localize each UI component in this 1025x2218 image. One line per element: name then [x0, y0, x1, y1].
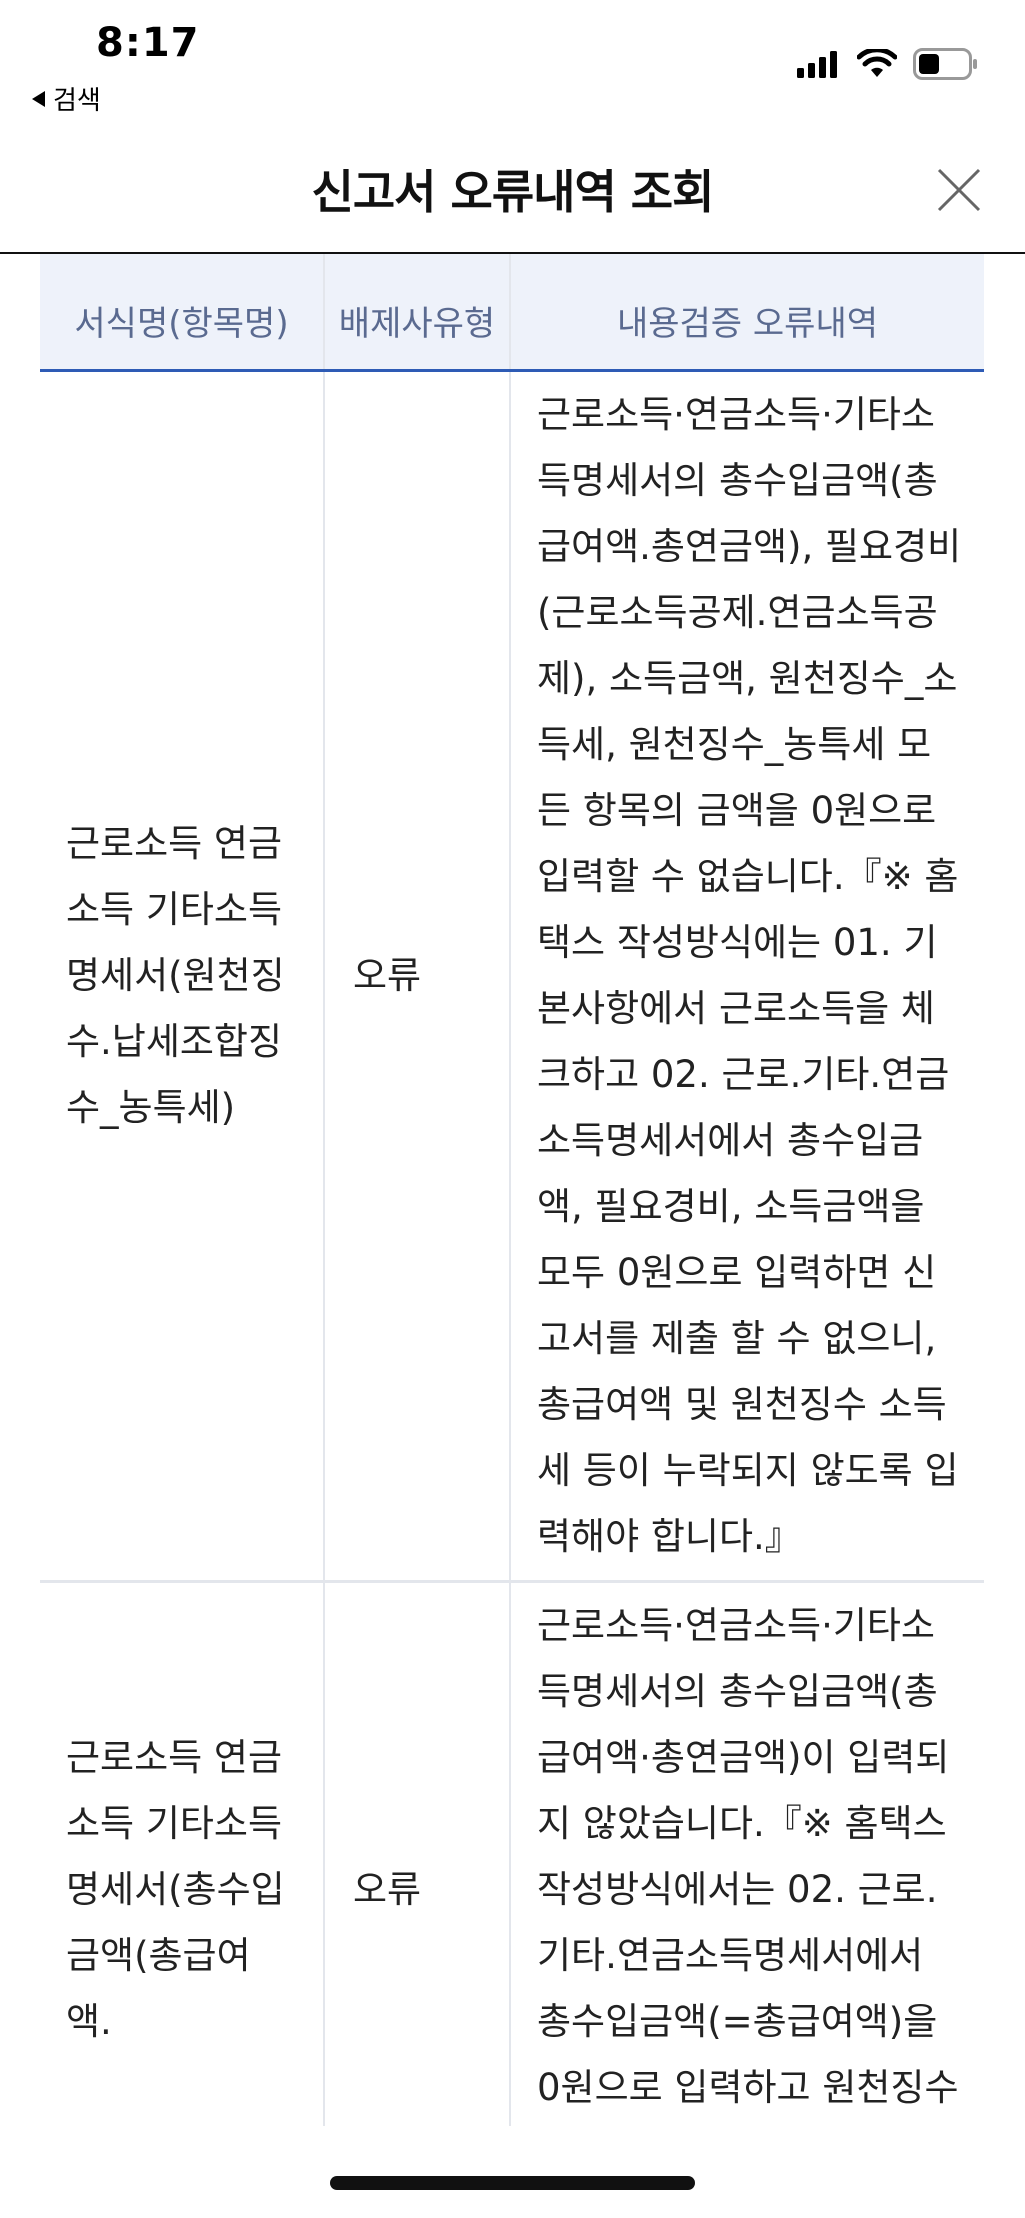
error-table-viewport[interactable]: 서식명(항목명) 배제사유형 내용검증 오류내역 근로소득 연금소득 기타소득명… — [0, 254, 1025, 2126]
error-table-wrap: 서식명(항목명) 배제사유형 내용검증 오류내역 근로소득 연금소득 기타소득명… — [40, 254, 984, 2126]
error-type-cell: 오류 — [324, 370, 511, 1583]
status-time: 8:17 — [96, 20, 200, 66]
cellular-signal-icon — [797, 51, 837, 78]
back-to-search-link[interactable]: 검색 — [32, 80, 101, 117]
form-name-cell: 근로소득 연금소득 기타소득명세서(총수입금액(총급여액. — [40, 1581, 325, 2126]
home-indicator[interactable] — [330, 2176, 695, 2190]
form-name-cell: 근로소득 연금소득 기타소득명세서(원천징수.납세조합징수_농특세) — [40, 370, 325, 1583]
battery-icon — [913, 48, 977, 80]
page-title: 신고서 오류내역 조회 — [311, 165, 715, 219]
column-header-form-name: 서식명(항목명) — [40, 254, 325, 372]
error-detail-cell: 근로소득·연금소득·기타소득명세서의 총수입금액(총급여액·총연금액)이 입력되… — [510, 1581, 984, 2126]
close-button[interactable] — [935, 166, 983, 214]
table-header-row: 서식명(항목명) 배제사유형 내용검증 오류내역 — [40, 254, 984, 372]
table-row: 근로소득 연금소득 기타소득명세서(원천징수.납세조합징수_농특세) 오류 근로… — [40, 370, 984, 1583]
table-row: 근로소득 연금소득 기타소득명세서(총수입금액(총급여액. 오류 근로소득·연금… — [40, 1581, 984, 2126]
close-icon — [937, 168, 981, 212]
error-table: 서식명(항목명) 배제사유형 내용검증 오류내역 근로소득 연금소득 기타소득명… — [40, 254, 984, 2126]
error-type-cell: 오류 — [324, 1581, 511, 2126]
column-header-error-type: 배제사유형 — [324, 254, 511, 372]
status-icons — [797, 48, 979, 80]
wifi-icon — [857, 49, 897, 77]
status-bar: 8:17 검색 — [0, 0, 1025, 130]
back-triangle-icon — [32, 90, 45, 107]
column-header-error-detail: 내용검증 오류내역 — [510, 254, 984, 372]
back-search-label: 검색 — [53, 86, 101, 116]
nav-header: 신고서 오류내역 조회 — [0, 130, 1025, 254]
error-detail-cell: 근로소득·연금소득·기타소득명세서의 총수입금액(총급여액.총연금액), 필요경… — [510, 370, 984, 1583]
